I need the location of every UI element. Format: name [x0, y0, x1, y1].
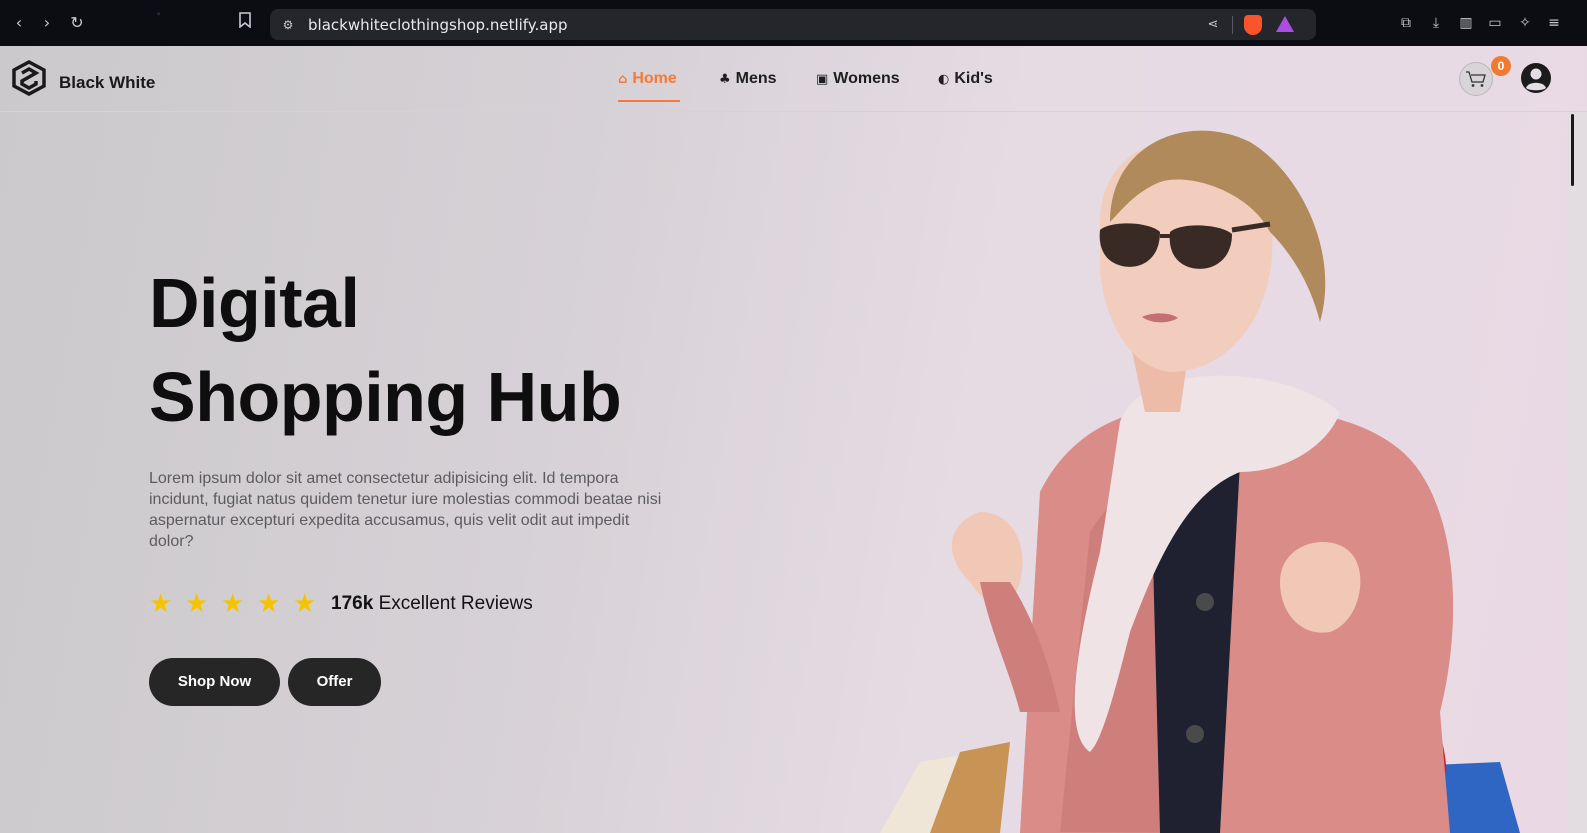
site-info-icon[interactable]: ⚙ [280, 17, 296, 33]
nav-home[interactable]: ⌂ Home [618, 68, 677, 90]
nav-kids-label: Kid's [954, 70, 993, 87]
reviews-label: Excellent Reviews [378, 593, 533, 614]
hero-title-line1: Digital [149, 264, 360, 342]
star-icon: ★ [257, 589, 281, 619]
hero-description: Lorem ipsum dolor sit amet consectetur a… [149, 470, 662, 550]
nav-home-label: Home [632, 70, 677, 87]
extensions-icon[interactable]: ⧉ [1396, 13, 1416, 33]
cart-icon [1466, 71, 1486, 87]
active-nav-indicator [618, 100, 680, 102]
hero-title-line2: Shopping Hub [149, 358, 622, 436]
user-account-icon[interactable] [1520, 62, 1552, 94]
nav-mens-label: Mens [735, 70, 777, 87]
share-icon[interactable]: ⋖ [1204, 16, 1222, 34]
site-header: Black White ⌂ Home ♣ Mens ▣ Womens ◐ Kid… [0, 46, 1587, 112]
nav-womens-label: Womens [833, 70, 900, 87]
nav-kids[interactable]: ◐ Kid's [938, 68, 993, 90]
back-icon[interactable]: ‹ [8, 12, 30, 34]
reviews-summary: 176k Excellent Reviews [331, 593, 533, 615]
sidebar-icon[interactable]: ▥ [1456, 13, 1476, 33]
scrollbar-thumb[interactable] [1571, 114, 1574, 186]
shop-now-button[interactable]: Shop Now [149, 658, 280, 706]
star-icon: ★ [185, 589, 209, 619]
star-icon: ★ [149, 589, 173, 619]
url-text[interactable]: blackwhiteclothingshop.netlify.app [308, 16, 568, 34]
address-bar[interactable]: ⚙ blackwhiteclothingshop.netlify.app ⋖ [270, 9, 1316, 40]
page: Black White ⌂ Home ♣ Mens ▣ Womens ◐ Kid… [0, 46, 1587, 833]
rating-stars: ★ ★ ★ ★ ★ [149, 591, 319, 617]
reload-icon[interactable]: ↻ [66, 12, 88, 34]
bookmark-icon[interactable] [234, 12, 256, 34]
menu-icon[interactable]: ≡ [1544, 13, 1564, 33]
reviews-count: 176k [331, 593, 374, 614]
womens-icon: ▣ [816, 71, 829, 87]
forward-icon[interactable]: › [36, 12, 58, 34]
brave-shields-icon[interactable] [1244, 15, 1262, 35]
leo-ai-icon[interactable]: ✧ [1515, 13, 1535, 33]
hero-model-image [880, 130, 1520, 833]
nav-womens[interactable]: ▣ Womens [816, 68, 900, 90]
nav-mens[interactable]: ♣ Mens [719, 68, 777, 90]
brand-name[interactable]: Black White [59, 73, 155, 93]
home-icon: ⌂ [618, 71, 628, 87]
wallet-icon[interactable]: ▭ [1485, 13, 1505, 33]
brand-logo-icon[interactable] [11, 60, 47, 96]
cart-count-badge: 0 [1491, 56, 1511, 76]
offer-button[interactable]: Offer [288, 658, 381, 706]
page-scrollbar[interactable] [1567, 112, 1587, 833]
mens-icon: ♣ [719, 71, 731, 87]
star-icon: ★ [221, 589, 245, 619]
browser-toolbar: ‹ › ↻ ⚙ blackwhiteclothingshop.netlify.a… [0, 0, 1587, 46]
hero-title: Digital Shopping Hub [149, 256, 622, 444]
downloads-icon[interactable]: ⤓ [1426, 13, 1446, 33]
cart-button[interactable] [1459, 62, 1493, 96]
kids-icon: ◐ [938, 71, 950, 87]
divider [1232, 16, 1233, 34]
brave-rewards-icon[interactable] [1276, 16, 1294, 32]
star-icon: ★ [293, 589, 317, 619]
